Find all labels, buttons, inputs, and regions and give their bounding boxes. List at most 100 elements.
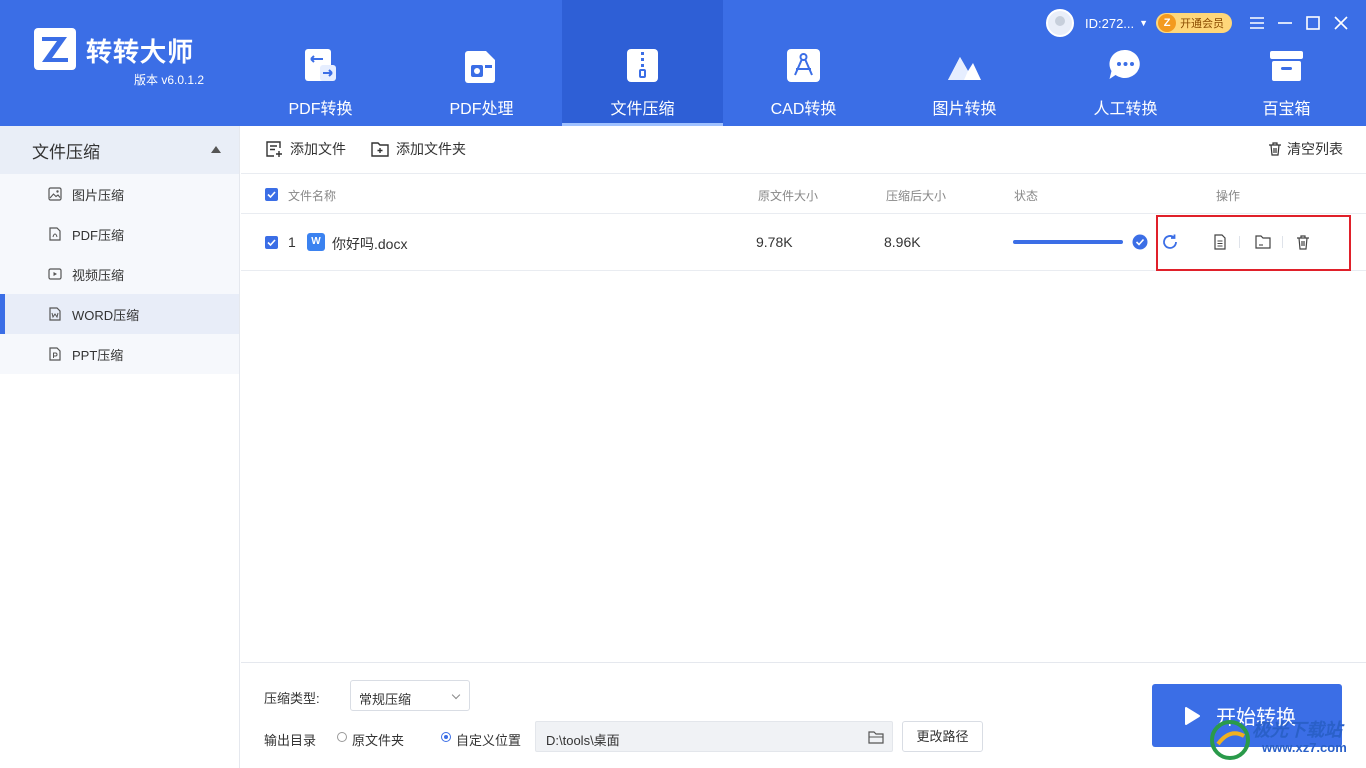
tab-file-compress[interactable]: 文件压缩 bbox=[562, 0, 723, 126]
add-file-button[interactable]: 添加文件 bbox=[264, 139, 346, 159]
user-id[interactable]: ID:272... bbox=[1085, 16, 1134, 31]
sidebar-item-label: 视频压缩 bbox=[72, 267, 125, 283]
menu-icon[interactable] bbox=[1246, 12, 1268, 34]
file-compress-icon bbox=[627, 49, 658, 82]
tab-label: PDF处理 bbox=[449, 101, 514, 118]
vip-badge-icon: Z bbox=[1158, 14, 1177, 32]
sidebar-header[interactable]: 文件压缩 bbox=[0, 126, 239, 174]
toolbox-icon bbox=[1270, 51, 1303, 81]
tab-label: 百宝箱 bbox=[1262, 101, 1311, 118]
word-icon bbox=[49, 307, 61, 321]
original-size: 9.78K bbox=[756, 234, 793, 250]
pdf-process-icon bbox=[465, 51, 495, 83]
toolbar: 添加文件 添加文件夹 清空列表 bbox=[241, 126, 1366, 174]
row-index: 1 bbox=[288, 234, 296, 250]
ppt-icon bbox=[49, 347, 61, 361]
app-logo bbox=[34, 28, 76, 70]
table-row: 1 W 你好吗.docx 9.78K 8.96K bbox=[241, 214, 1366, 271]
avatar[interactable] bbox=[1046, 9, 1074, 37]
check-icon bbox=[267, 239, 276, 247]
tab-label: 人工转换 bbox=[1093, 101, 1158, 118]
option-original-label[interactable]: 原文件夹 bbox=[352, 730, 404, 749]
vip-label: 开通会员 bbox=[1180, 18, 1225, 30]
radio-custom-location[interactable] bbox=[441, 732, 451, 742]
col-name-header: 文件名称 bbox=[288, 189, 337, 203]
compress-type-label: 压缩类型: bbox=[264, 691, 320, 706]
tab-pdf-convert[interactable]: PDF转换 bbox=[240, 0, 401, 126]
bottom-panel: 压缩类型: 常规压缩 输出目录 原文件夹 自定义位置 D:\tools\桌面 更… bbox=[241, 662, 1366, 768]
add-file-icon bbox=[266, 141, 282, 157]
clear-list-button[interactable]: 清空列表 bbox=[1267, 139, 1343, 159]
sidebar-item-ppt-compress[interactable]: PPT压缩 bbox=[0, 334, 239, 374]
check-circle-icon bbox=[1132, 234, 1148, 250]
app-brand: 转转大师 bbox=[86, 37, 195, 67]
tab-cad-convert[interactable]: CAD转换 bbox=[723, 0, 884, 126]
compress-type-select[interactable]: 常规压缩 bbox=[350, 680, 470, 711]
col-original-size-header: 原文件大小 bbox=[758, 189, 819, 203]
output-path-value: D:\tools\桌面 bbox=[546, 733, 620, 748]
pdf-convert-icon bbox=[305, 49, 336, 81]
tab-label: 文件压缩 bbox=[610, 101, 675, 118]
watermark-url: www.xz7.com bbox=[1262, 740, 1347, 755]
tab-label: 图片转换 bbox=[932, 101, 997, 118]
chevron-down-icon[interactable]: ▼ bbox=[1139, 18, 1148, 28]
play-icon bbox=[1185, 706, 1200, 725]
highlight-box bbox=[1156, 215, 1351, 271]
tab-image-convert[interactable]: 图片转换 bbox=[884, 0, 1045, 126]
collapse-arrow-icon[interactable] bbox=[211, 146, 221, 153]
watermark-text: 极光下载站 bbox=[1252, 720, 1342, 740]
window-controls bbox=[1246, 12, 1352, 34]
tab-pdf-process[interactable]: PDF处理 bbox=[401, 0, 562, 126]
tab-label: CAD转换 bbox=[770, 101, 837, 118]
add-folder-icon bbox=[371, 142, 389, 157]
minimize-icon[interactable] bbox=[1274, 12, 1296, 34]
manual-convert-icon bbox=[1109, 49, 1140, 79]
vip-button[interactable]: Z 开通会员 bbox=[1156, 13, 1233, 33]
chevron-down-icon bbox=[451, 690, 461, 700]
app-header: 转转大师 版本 v6.0.1.2 PDF转换 PDF处理 文件压缩 CAD转换 … bbox=[0, 0, 1366, 126]
compress-type-value: 常规压缩 bbox=[359, 692, 412, 707]
sidebar-item-label: WORD压缩 bbox=[72, 307, 140, 323]
select-all-checkbox[interactable] bbox=[265, 188, 278, 201]
folder-icon[interactable] bbox=[868, 729, 884, 745]
output-path-field[interactable]: D:\tools\桌面 bbox=[535, 721, 893, 752]
image-convert-icon bbox=[948, 57, 981, 80]
col-compressed-size-header: 压缩后大小 bbox=[886, 189, 947, 203]
add-file-label: 添加文件 bbox=[290, 141, 346, 157]
change-path-button[interactable]: 更改路径 bbox=[902, 721, 983, 752]
trash-icon bbox=[1269, 142, 1281, 156]
word-file-icon: W bbox=[307, 233, 325, 251]
option-custom-label[interactable]: 自定义位置 bbox=[456, 730, 521, 749]
app-version: 版本 v6.0.1.2 bbox=[134, 73, 205, 87]
file-name: 你好吗.docx bbox=[332, 236, 408, 252]
sidebar-item-image-compress[interactable]: 图片压缩 bbox=[0, 174, 239, 214]
sidebar-list: 图片压缩 PDF压缩 视频压缩 WORD压缩 PPT压缩 bbox=[0, 174, 239, 374]
sidebar: 文件压缩 图片压缩 PDF压缩 视频压缩 WORD压缩 PPT压缩 bbox=[0, 126, 240, 768]
tab-label: PDF转换 bbox=[288, 101, 353, 118]
cad-convert-icon bbox=[787, 49, 820, 82]
pdf-icon bbox=[49, 227, 61, 241]
maximize-icon[interactable] bbox=[1302, 12, 1324, 34]
sidebar-item-word-compress[interactable]: WORD压缩 bbox=[0, 294, 239, 334]
sidebar-item-video-compress[interactable]: 视频压缩 bbox=[0, 254, 239, 294]
col-actions-header: 操作 bbox=[1216, 189, 1241, 203]
sidebar-item-pdf-compress[interactable]: PDF压缩 bbox=[0, 214, 239, 254]
user-area: ID:272... ▼ Z 开通会员 bbox=[1046, 9, 1233, 37]
radio-original-folder[interactable] bbox=[337, 732, 347, 742]
video-icon bbox=[48, 268, 62, 280]
close-icon[interactable] bbox=[1330, 12, 1352, 34]
sidebar-item-label: 图片压缩 bbox=[72, 187, 125, 203]
sidebar-header-label: 文件压缩 bbox=[32, 142, 100, 162]
row-checkbox[interactable] bbox=[265, 236, 278, 249]
watermark: 极光下载站 www.xz7.com bbox=[1206, 712, 1366, 768]
check-icon bbox=[267, 191, 276, 199]
sidebar-item-label: PPT压缩 bbox=[72, 347, 124, 363]
clear-list-label: 清空列表 bbox=[1287, 141, 1343, 157]
progress-bar bbox=[1013, 240, 1123, 244]
sidebar-item-label: PDF压缩 bbox=[72, 227, 125, 243]
table-header: 文件名称 原文件大小 压缩后大小 状态 操作 bbox=[241, 174, 1366, 214]
add-folder-button[interactable]: 添加文件夹 bbox=[370, 139, 466, 159]
col-status-header: 状态 bbox=[1014, 189, 1039, 203]
output-dir-label: 输出目录 bbox=[264, 733, 317, 748]
watermark-logo-icon bbox=[1210, 720, 1250, 760]
